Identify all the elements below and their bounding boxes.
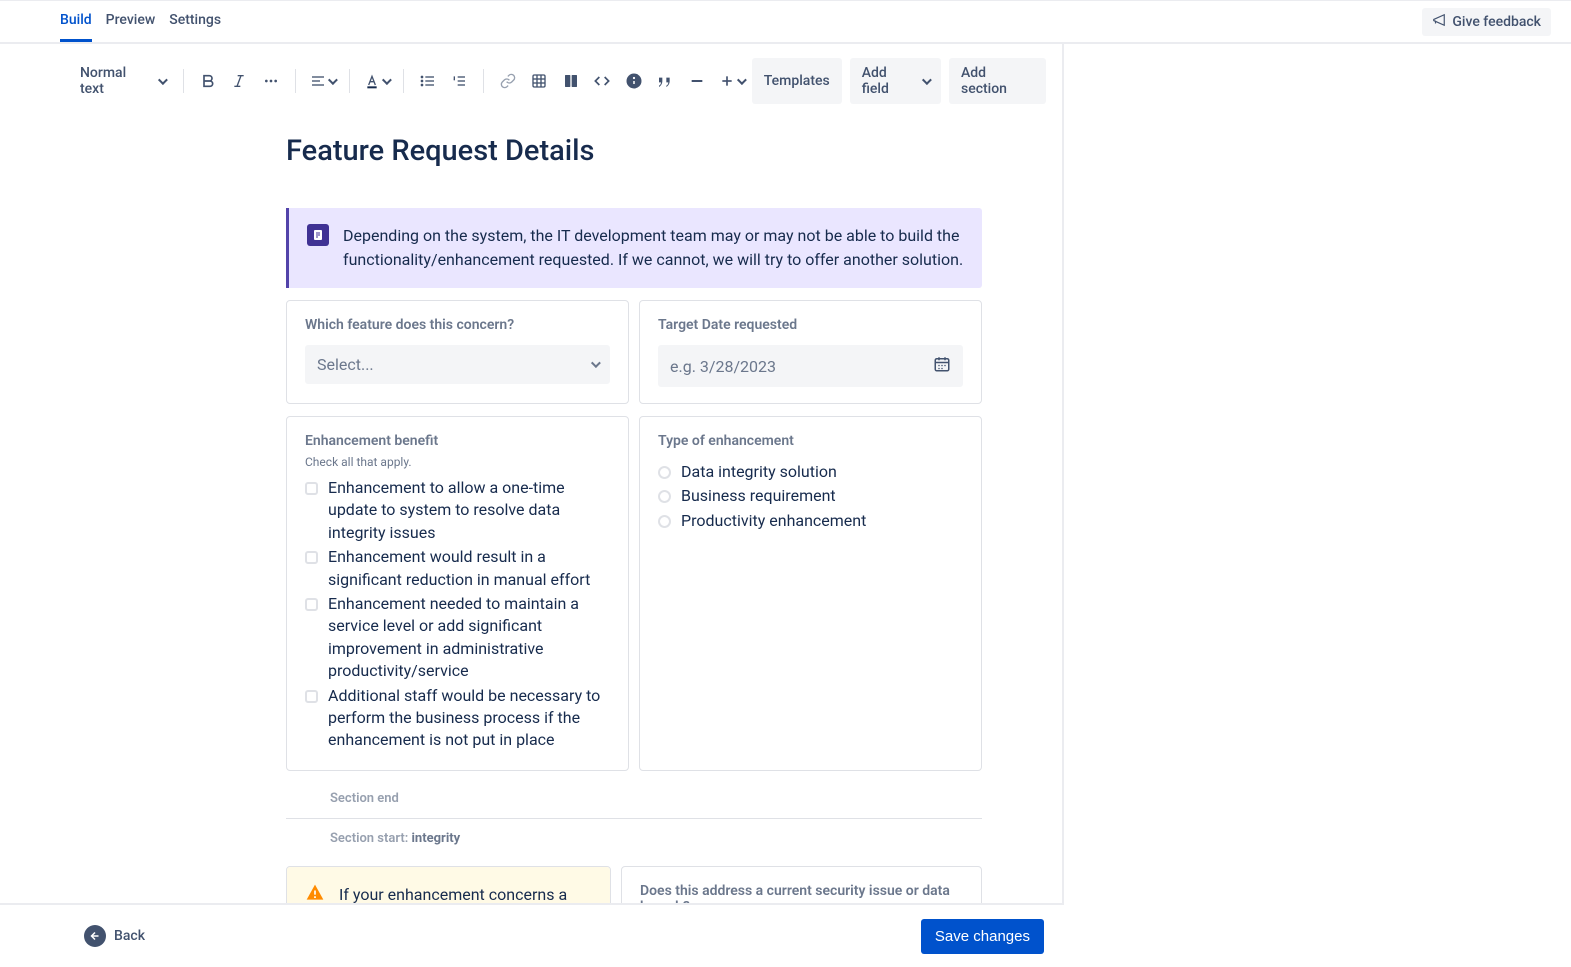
back-label: Back [114,928,145,944]
feedback-label: Give feedback [1452,14,1541,30]
chevron-down-icon [328,75,338,85]
field-label: Enhancement benefit [305,433,610,449]
add-field-label: Add field [862,65,916,97]
more-formatting-button[interactable] [257,67,285,95]
checkbox-item[interactable]: Enhancement needed to maintain a service… [305,593,610,683]
warning-panel-card[interactable]: If your enhancement concerns a data brea… [286,866,611,903]
radio-label: Productivity enhancement [681,510,866,532]
add-field-button[interactable]: Add field [850,58,941,104]
radio-item[interactable]: Productivity enhancement [658,510,963,532]
field-security-issue[interactable]: Does this address a current security iss… [621,866,982,903]
table-button[interactable] [525,67,553,95]
radio-label: Business requirement [681,485,836,507]
warning-panel-text: If your enhancement concerns a data brea… [339,883,592,903]
italic-button[interactable] [226,67,254,95]
insert-button[interactable] [715,67,748,95]
info-panel-button[interactable] [620,67,648,95]
radio-item[interactable]: Business requirement [658,485,963,507]
text-color-button[interactable] [360,67,393,95]
radio-icon[interactable] [658,490,671,503]
radio-icon[interactable] [658,466,671,479]
checkbox-label: Enhancement to allow a one-time update t… [328,477,610,544]
radio-icon[interactable] [658,515,671,528]
bullet-list-button[interactable] [414,67,442,95]
add-section-button[interactable]: Add section [949,58,1046,104]
bold-button[interactable] [194,67,222,95]
field-enhancement-benefit[interactable]: Enhancement benefit Check all that apply… [286,416,629,771]
link-button[interactable] [494,67,522,95]
back-button[interactable]: Back [84,925,145,947]
checkbox-item[interactable]: Enhancement to allow a one-time update t… [305,477,610,544]
tab-settings[interactable]: Settings [169,1,221,42]
text-style-dropdown[interactable]: Normal text [72,59,173,103]
content-area[interactable]: Feature Request Details Depending on the… [0,118,1062,903]
field-label: Which feature does this concern? [305,317,610,333]
date-placeholder: e.g. 3/28/2023 [670,357,776,376]
save-changes-button[interactable]: Save changes [921,919,1044,954]
select-placeholder: Select... [317,355,374,374]
field-feature-concern[interactable]: Which feature does this concern? Select.… [286,300,629,404]
section-start-marker: Section start: integrity [286,823,982,854]
tab-preview[interactable]: Preview [106,1,156,42]
code-button[interactable] [589,67,617,95]
right-panel [1064,44,1571,903]
numbered-list-button[interactable] [445,67,473,95]
checkbox-icon[interactable] [305,482,318,495]
layout-button[interactable] [557,67,585,95]
checkbox-label: Enhancement needed to maintain a service… [328,593,610,683]
target-date-input[interactable]: e.g. 3/28/2023 [658,345,963,387]
megaphone-icon [1432,13,1446,31]
section-name: integrity [411,831,460,846]
radio-label: Data integrity solution [681,461,837,483]
checkbox-icon[interactable] [305,690,318,703]
chevron-down-icon [158,75,168,85]
arrow-left-icon [84,925,106,947]
checkbox-label: Additional staff would be necessary to p… [328,685,610,752]
text-style-label: Normal text [80,65,152,97]
tabs: Build Preview Settings [60,1,221,42]
info-panel[interactable]: Depending on the system, the IT developm… [286,208,982,288]
field-label: Type of enhancement [658,433,963,449]
checkbox-item[interactable]: Enhancement would result in a significan… [305,546,610,591]
toolbar: Normal text [0,44,1062,118]
field-enhancement-type[interactable]: Type of enhancement Data integrity solut… [639,416,982,771]
quote-button[interactable] [652,67,680,95]
field-label: Target Date requested [658,317,963,333]
bottom-bar: Back Save changes [0,903,1064,967]
warning-icon [305,883,325,903]
field-help-text: Check all that apply. [305,455,610,469]
tab-build[interactable]: Build [60,1,92,42]
chevron-down-icon [382,75,392,85]
editor-panel: Normal text [0,44,1064,903]
divider-button[interactable] [683,67,711,95]
info-panel-text: Depending on the system, the IT developm… [343,224,964,272]
give-feedback-button[interactable]: Give feedback [1422,8,1551,36]
radio-item[interactable]: Data integrity solution [658,461,963,483]
chevron-down-icon [922,75,932,85]
page-title[interactable]: Feature Request Details [286,134,982,168]
align-button[interactable] [306,67,339,95]
section-start-label: Section start: [330,831,411,846]
chevron-down-icon [737,75,747,85]
header-bar: Build Preview Settings Give feedback [0,0,1571,44]
checkbox-item[interactable]: Additional staff would be necessary to p… [305,685,610,752]
checkbox-icon[interactable] [305,551,318,564]
field-target-date[interactable]: Target Date requested e.g. 3/28/2023 [639,300,982,404]
checkbox-icon[interactable] [305,598,318,611]
feature-select[interactable]: Select... [305,345,610,384]
section-end-marker: Section end [286,783,982,814]
field-label: Does this address a current security iss… [640,883,963,903]
templates-button[interactable]: Templates [752,58,842,104]
checkbox-label: Enhancement would result in a significan… [328,546,610,591]
note-icon [307,224,329,246]
section-divider [286,818,982,819]
chevron-down-icon [591,358,601,368]
calendar-icon [933,355,951,377]
